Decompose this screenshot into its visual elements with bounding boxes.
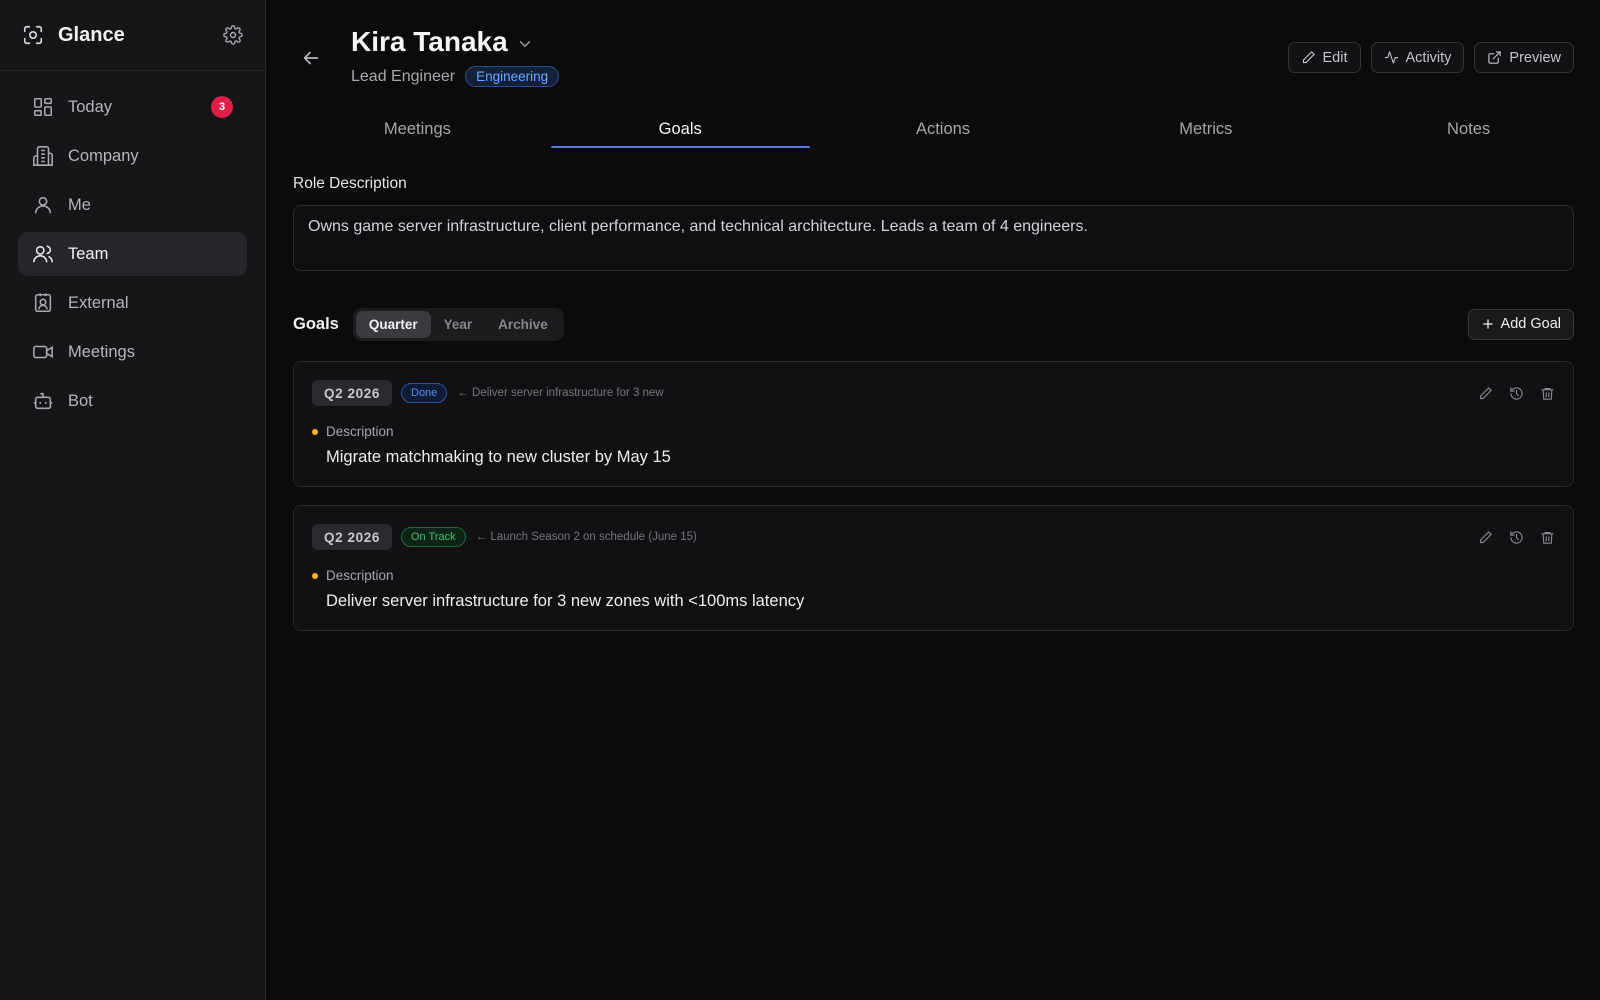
filter-quarter[interactable]: Quarter [355, 310, 431, 338]
goal-card[interactable]: Q2 2026 On Track ← Launch Season 2 on sc… [293, 505, 1574, 631]
department-badge: Engineering [465, 66, 560, 87]
parent-goal-link[interactable]: ← Launch Season 2 on schedule (June 15) [476, 531, 697, 543]
app-name: Glance [58, 23, 125, 46]
building-icon [32, 145, 54, 167]
history-icon[interactable] [1509, 386, 1524, 401]
settings-gear-icon[interactable] [223, 25, 243, 45]
bot-icon [32, 390, 54, 412]
goals-period-filter: Quarter Year Archive [352, 307, 564, 341]
filter-archive[interactable]: Archive [485, 311, 561, 338]
back-arrow-icon[interactable] [300, 47, 322, 69]
sidebar-item-label: Me [68, 195, 91, 214]
goals-title: Goals [293, 314, 339, 333]
preview-button-label: Preview [1509, 49, 1561, 66]
tab-actions[interactable]: Actions [812, 112, 1075, 148]
goal-description: Migrate matchmaking to new cluster by Ma… [326, 448, 671, 466]
description-label: Description [326, 568, 394, 583]
sidebar-item-external[interactable]: External [18, 281, 247, 325]
sidebar-item-label: External [68, 293, 129, 312]
goal-period: Q2 2026 [312, 524, 392, 550]
pencil-icon[interactable] [1478, 386, 1493, 401]
add-goal-label: Add Goal [1500, 316, 1561, 332]
notification-badge: 3 [211, 96, 233, 118]
sidebar-item-me[interactable]: Me [18, 183, 247, 227]
sidebar-item-label: Team [68, 244, 109, 263]
tab-metrics[interactable]: Metrics [1074, 112, 1337, 148]
person-name: Kira Tanaka [351, 26, 508, 57]
tab-notes[interactable]: Notes [1337, 112, 1600, 148]
sidebar-item-label: Today [68, 97, 113, 116]
profile-tabs: Meetings Goals Actions Metrics Notes [286, 112, 1600, 148]
user-icon [32, 194, 54, 216]
sidebar-item-label: Bot [68, 391, 93, 410]
tab-goals[interactable]: Goals [549, 112, 812, 148]
contact-card-icon [32, 292, 54, 314]
role-description-text[interactable]: Owns game server infrastructure, client … [293, 205, 1574, 271]
description-label-row: Description [312, 424, 394, 439]
person-role: Lead Engineer [351, 67, 456, 85]
filter-year[interactable]: Year [431, 311, 486, 338]
sidebar-item-company[interactable]: Company [18, 134, 247, 178]
status-badge[interactable]: Done [401, 383, 448, 403]
description-label-row: Description [312, 568, 394, 583]
add-goal-button[interactable]: Add Goal [1467, 308, 1574, 340]
brand-header: Glance [0, 0, 265, 71]
tab-meetings[interactable]: Meetings [286, 112, 549, 148]
goal-meta: Q2 2026 Done ← Deliver server infrastruc… [312, 380, 1555, 406]
dashboard-icon [32, 96, 54, 118]
video-icon [32, 341, 54, 363]
activity-pulse-icon [1384, 51, 1398, 64]
sidebar-item-today[interactable]: Today 3 [18, 85, 247, 129]
bullet-dot [312, 428, 318, 435]
preview-button[interactable]: Preview [1474, 42, 1574, 73]
sidebar-item-label: Company [68, 146, 139, 165]
edit-button[interactable]: Edit [1287, 42, 1361, 73]
goal-actions [1478, 386, 1555, 401]
chevron-down-icon[interactable] [516, 35, 534, 53]
role-description-label: Role Description [293, 175, 407, 192]
history-icon[interactable] [1509, 530, 1524, 545]
sidebar: Glance Today 3 Company Me Team External … [0, 0, 266, 1000]
pencil-icon[interactable] [1478, 530, 1493, 545]
header-actions: Edit Activity Preview [1287, 42, 1574, 73]
sidebar-nav: Today 3 Company Me Team External Meeting… [0, 71, 265, 442]
trash-icon[interactable] [1540, 386, 1555, 401]
edit-button-label: Edit [1322, 49, 1348, 66]
goal-meta: Q2 2026 On Track ← Launch Season 2 on sc… [312, 524, 1555, 550]
activity-button-label: Activity [1405, 49, 1452, 66]
plus-icon [1482, 319, 1493, 329]
description-label: Description [326, 424, 394, 439]
person-title-row: Kira Tanaka [351, 26, 534, 58]
goal-description: Deliver server infrastructure for 3 new … [326, 592, 805, 610]
goal-actions [1478, 530, 1555, 545]
glance-logo-icon [22, 24, 44, 46]
goal-card[interactable]: Q2 2026 Done ← Deliver server infrastruc… [293, 361, 1574, 487]
trash-icon[interactable] [1540, 530, 1555, 545]
external-link-icon [1488, 51, 1502, 64]
pencil-icon [1302, 51, 1315, 64]
sidebar-item-bot[interactable]: Bot [18, 379, 247, 423]
sidebar-item-label: Meetings [68, 342, 135, 361]
person-subtitle: Lead Engineer Engineering [351, 66, 560, 87]
bullet-dot [312, 572, 318, 579]
goals-header: Goals Quarter Year Archive Add Goal [293, 306, 1574, 342]
parent-goal-link[interactable]: ← Deliver server infrastructure for 3 ne… [457, 387, 663, 399]
main-content: Kira Tanaka Lead Engineer Engineering Ed… [266, 0, 1600, 1000]
goal-period: Q2 2026 [312, 380, 392, 406]
sidebar-item-meetings[interactable]: Meetings [18, 330, 247, 374]
sidebar-item-team[interactable]: Team [18, 232, 247, 276]
users-icon [32, 243, 54, 265]
activity-button[interactable]: Activity [1370, 42, 1465, 73]
status-badge[interactable]: On Track [401, 527, 466, 547]
